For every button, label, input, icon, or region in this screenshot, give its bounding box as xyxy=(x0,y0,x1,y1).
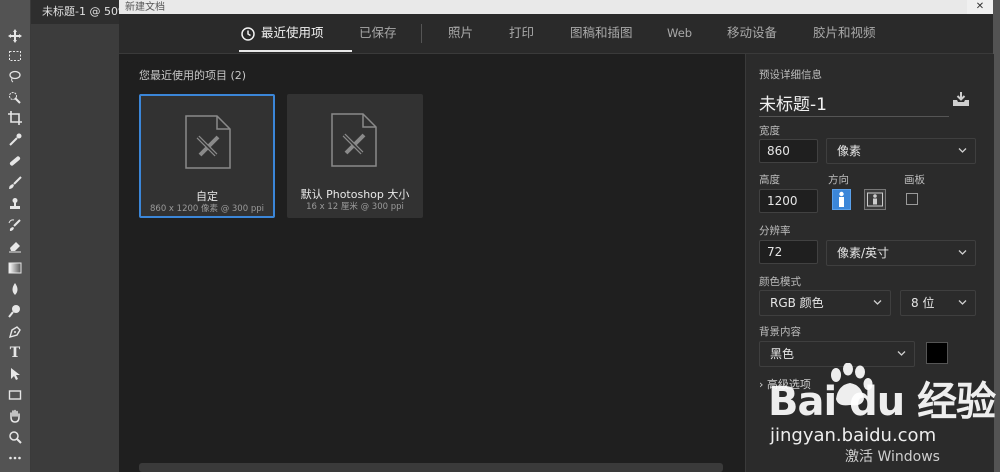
baidu-logo-text: Bai du 经验 xyxy=(768,379,996,425)
height-label: 高度 xyxy=(759,174,780,186)
save-preset-icon[interactable] xyxy=(952,91,970,107)
document-area: 未标题-1 @ 50% xyxy=(31,0,119,472)
chevron-down-icon xyxy=(958,300,967,305)
move-tool-icon[interactable] xyxy=(5,26,25,46)
background-color-swatch[interactable] xyxy=(926,342,948,364)
category-tabs: 最近使用项 已保存 照片 打印 图稿和插图 Web 移动设备 胶片和视频 xyxy=(119,14,993,54)
landscape-orientation-button[interactable] xyxy=(864,189,886,210)
dodge-tool-icon[interactable] xyxy=(5,301,25,321)
bit-depth-value: 8 位 xyxy=(911,296,935,310)
crop-tool-icon[interactable] xyxy=(5,108,25,128)
chevron-down-icon xyxy=(958,148,967,153)
tools-panel: T xyxy=(0,0,31,472)
tab-photo[interactable]: 照片 xyxy=(448,14,473,53)
gradient-tool-icon[interactable] xyxy=(5,258,25,278)
portrait-icon xyxy=(839,191,844,207)
horizontal-scrollbar[interactable] xyxy=(139,463,723,472)
chevron-down-icon xyxy=(958,250,967,255)
document-name-input[interactable]: 未标题-1 xyxy=(759,90,827,115)
healing-brush-icon[interactable] xyxy=(5,151,25,171)
height-input[interactable]: 1200 xyxy=(759,189,818,213)
resolution-label: 分辨率 xyxy=(759,225,791,237)
chevron-down-icon xyxy=(897,351,906,356)
color-mode-value: RGB 颜色 xyxy=(770,296,824,310)
marquee-tool-icon[interactable] xyxy=(5,46,25,66)
document-icon xyxy=(185,115,231,169)
tab-mobile[interactable]: 移动设备 xyxy=(727,14,777,53)
close-icon[interactable]: ✕ xyxy=(967,0,993,14)
type-tool-icon[interactable]: T xyxy=(5,343,25,363)
bit-depth-select[interactable]: 8 位 xyxy=(900,290,976,316)
width-unit-select[interactable]: 像素 xyxy=(826,138,976,164)
pen-tool-icon[interactable] xyxy=(5,322,25,342)
tab-separator xyxy=(421,24,422,43)
zoom-tool-icon[interactable] xyxy=(5,427,25,447)
tab-recent-label: 最近使用项 xyxy=(261,25,324,40)
name-underline xyxy=(759,116,949,117)
windows-activation-notice: 激活 Windows xyxy=(845,449,940,465)
width-label: 宽度 xyxy=(759,125,780,137)
width-unit-value: 像素 xyxy=(837,144,862,158)
preset-details: 16 x 12 厘米 @ 300 ppi xyxy=(306,202,404,212)
hand-tool-icon[interactable] xyxy=(5,406,25,426)
artboard-checkbox[interactable] xyxy=(906,193,918,205)
color-mode-label: 颜色模式 xyxy=(759,276,801,288)
lasso-tool-icon[interactable] xyxy=(5,66,25,86)
artboard-label: 画板 xyxy=(904,174,925,186)
resolution-unit-select[interactable]: 像素/英寸 xyxy=(826,240,976,266)
tab-art-illustration[interactable]: 图稿和插图 xyxy=(570,14,633,53)
dialog-titlebar[interactable]: 新建文档 ✕ xyxy=(119,0,993,14)
document-icon xyxy=(331,113,377,167)
preset-card-custom[interactable]: 自定 860 x 1200 像素 @ 300 ppi xyxy=(139,94,275,218)
quick-select-tool-icon[interactable] xyxy=(5,87,25,107)
background-label: 背景内容 xyxy=(759,326,801,338)
tab-print[interactable]: 打印 xyxy=(509,14,534,53)
resolution-input[interactable]: 72 xyxy=(759,240,818,264)
preset-details: 860 x 1200 像素 @ 300 ppi xyxy=(150,204,264,214)
preset-card-default[interactable]: 默认 Photoshop 大小 16 x 12 厘米 @ 300 ppi xyxy=(287,94,423,218)
tab-film-video[interactable]: 胶片和视频 xyxy=(813,14,876,53)
tab-web[interactable]: Web xyxy=(667,14,692,53)
chevron-right-icon: › xyxy=(759,378,764,391)
history-brush-icon[interactable] xyxy=(5,215,25,235)
eraser-tool-icon[interactable] xyxy=(5,236,25,256)
path-select-icon[interactable] xyxy=(5,364,25,384)
background-value: 黑色 xyxy=(770,347,795,361)
tab-recent[interactable]: 最近使用项 xyxy=(241,14,324,53)
recent-heading-label: 您最近使用的项目 xyxy=(139,69,227,82)
more-tools-icon[interactable] xyxy=(5,448,25,468)
portrait-orientation-button[interactable] xyxy=(832,189,851,210)
active-tab-indicator xyxy=(239,50,352,52)
landscape-icon xyxy=(867,192,883,207)
clock-icon xyxy=(241,26,255,41)
blur-tool-icon[interactable] xyxy=(5,279,25,299)
resolution-unit-value: 像素/英寸 xyxy=(837,246,890,260)
document-tab[interactable]: 未标题-1 @ 50% xyxy=(31,0,119,24)
clone-stamp-icon[interactable] xyxy=(5,194,25,214)
width-input[interactable]: 860 xyxy=(759,139,818,163)
brush-tool-icon[interactable] xyxy=(5,173,25,193)
rectangle-tool-icon[interactable] xyxy=(5,385,25,405)
watermark-url: jingyan.baidu.com xyxy=(770,425,937,446)
tab-saved[interactable]: 已保存 xyxy=(359,14,397,53)
dialog-title: 新建文档 xyxy=(125,2,165,13)
chevron-down-icon xyxy=(873,300,882,305)
recent-heading: 您最近使用的项目 (2) xyxy=(139,67,246,83)
panel-heading: 预设详细信息 xyxy=(759,69,822,81)
recent-count: (2) xyxy=(230,69,247,82)
color-mode-select[interactable]: RGB 颜色 xyxy=(759,290,891,316)
eyedropper-tool-icon[interactable] xyxy=(5,130,25,150)
orientation-label: 方向 xyxy=(828,174,849,186)
